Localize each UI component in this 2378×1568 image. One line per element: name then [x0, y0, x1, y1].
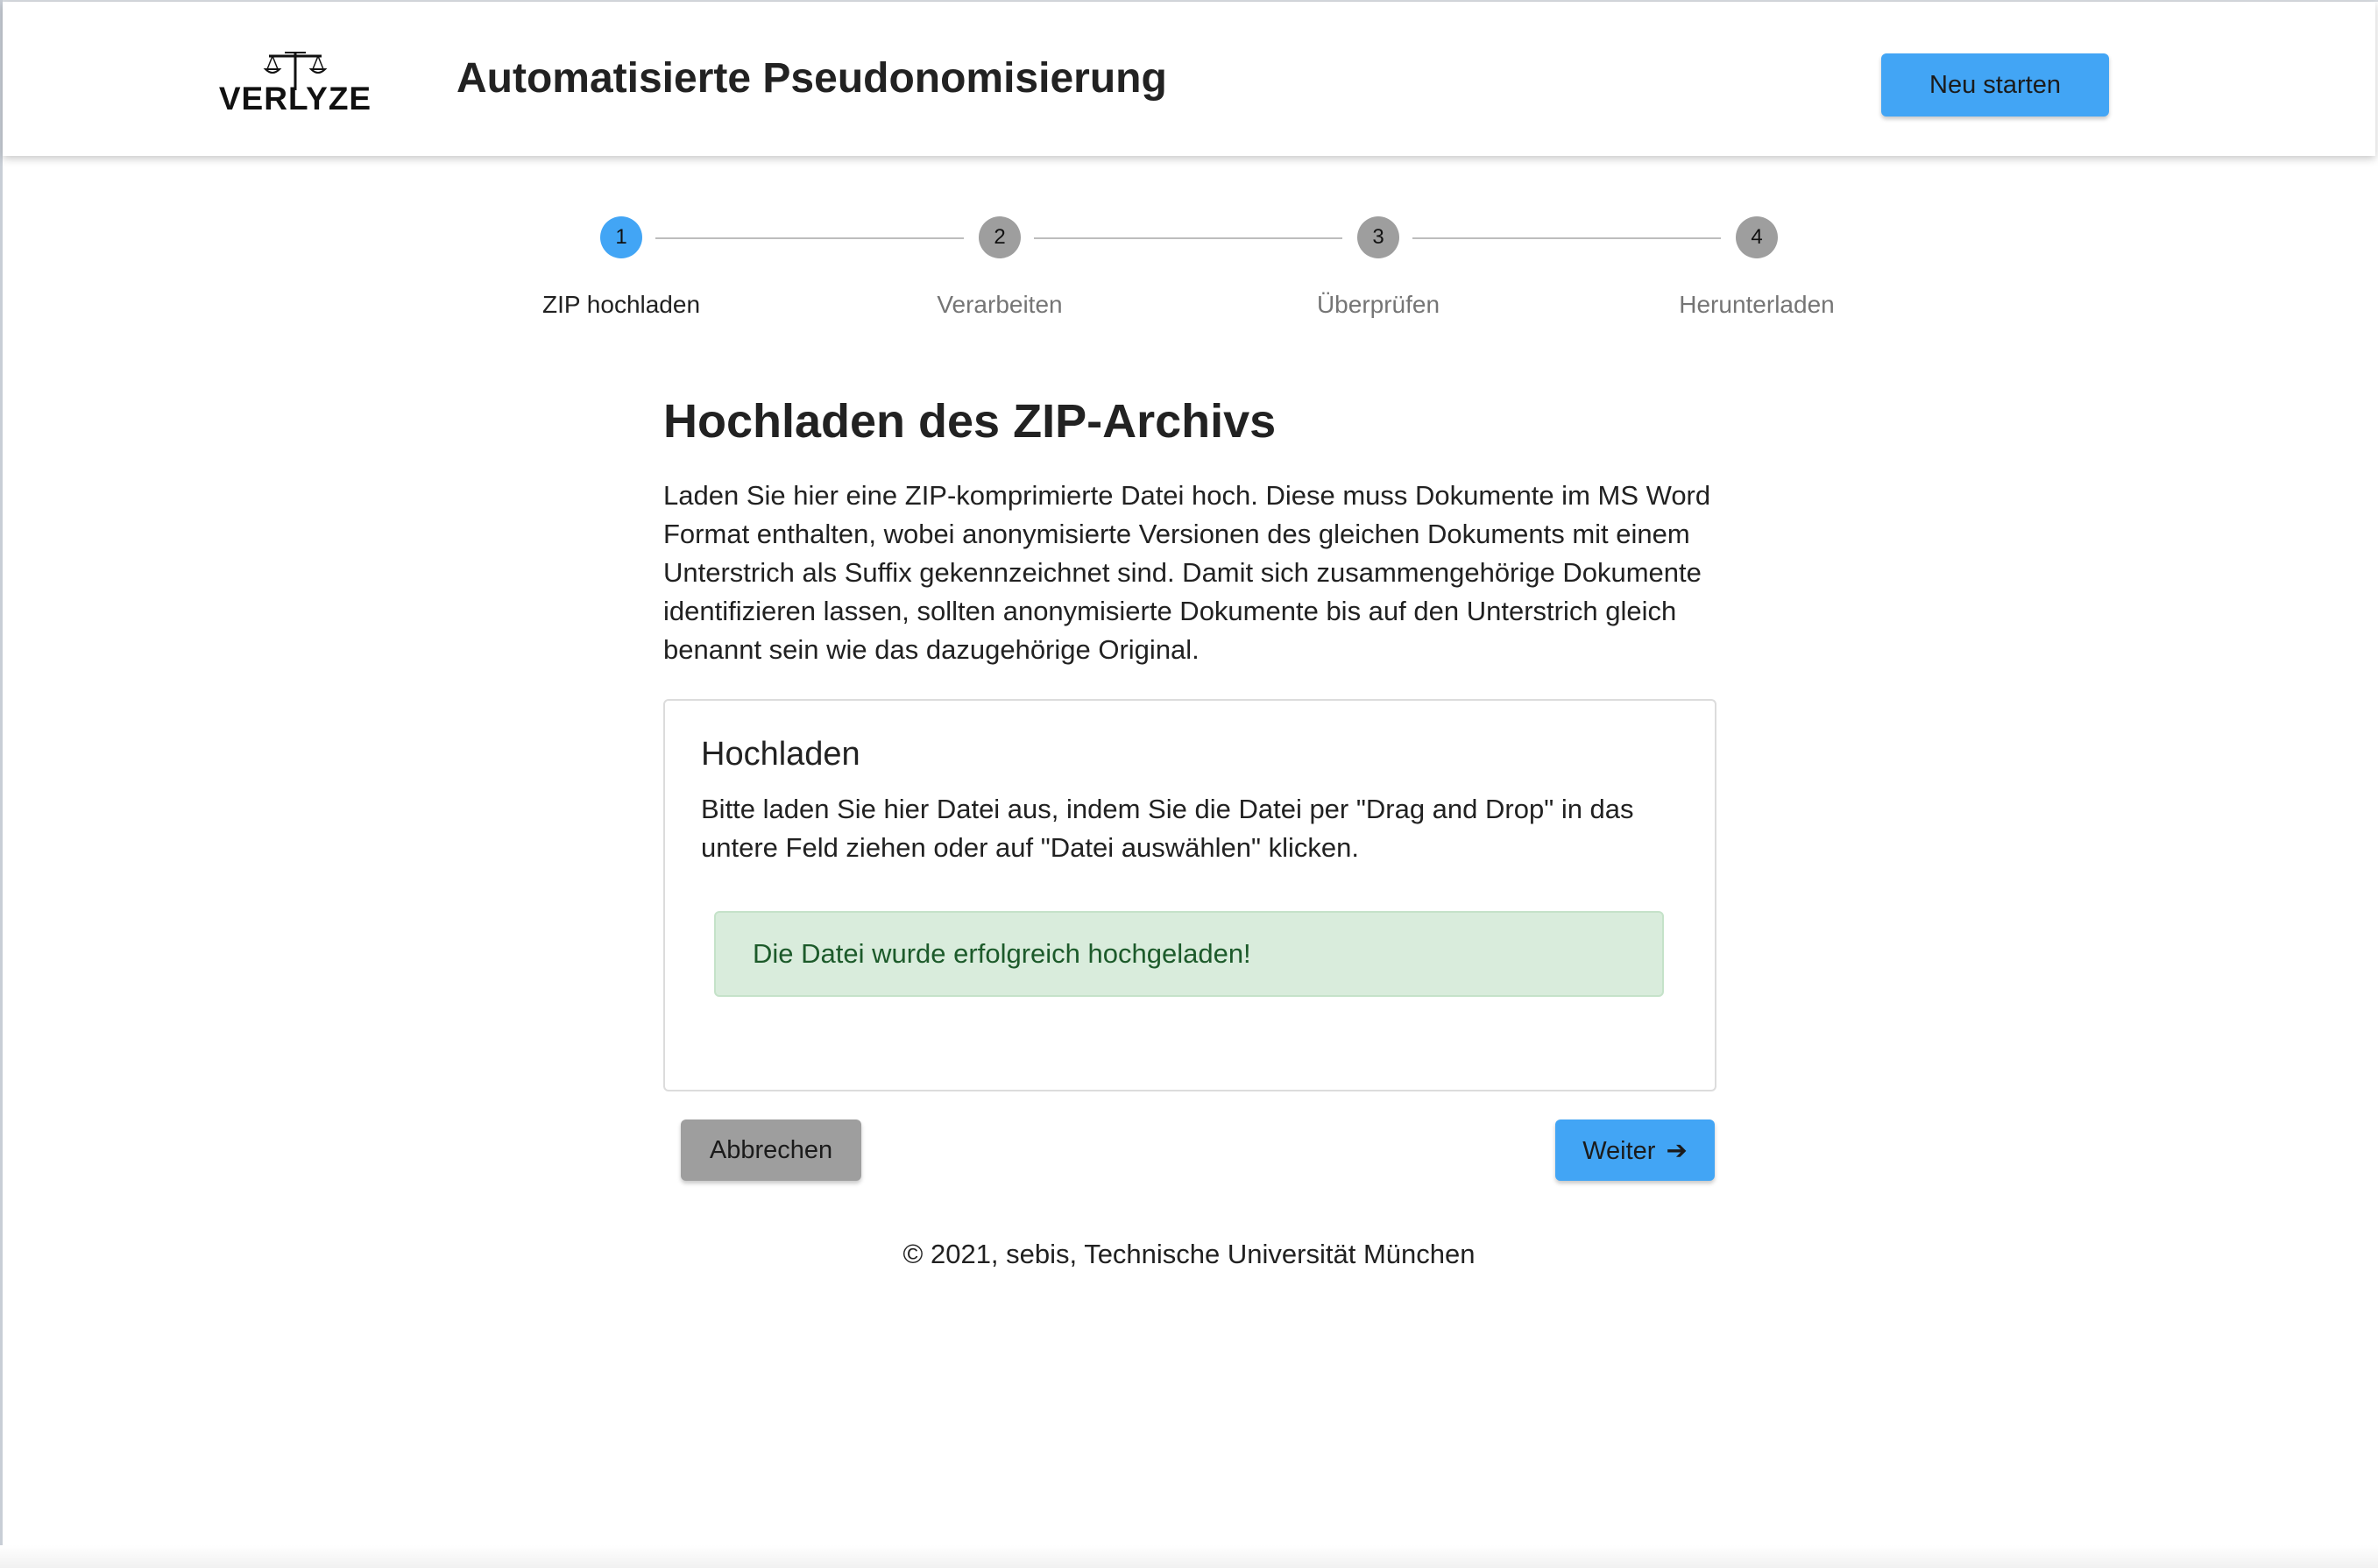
- page-heading: Hochladen des ZIP-Archivs: [663, 395, 1277, 448]
- step-4-label: Herunterladen: [1679, 291, 1835, 318]
- footer-copyright: © 2021, sebis, Technische Universität Mü…: [902, 1239, 1476, 1269]
- upload-card: Hochladen Bitte laden Sie hier Datei aus…: [663, 699, 1716, 1091]
- step-connector: [1412, 237, 1721, 239]
- svg-text:VERLYZE: VERLYZE: [219, 81, 372, 113]
- step-1-indicator: 1: [600, 216, 642, 258]
- step-3-indicator: 3: [1357, 216, 1399, 258]
- step-connector: [1034, 237, 1342, 239]
- app-title: Automatisierte Pseudonomisierung: [456, 55, 1167, 102]
- step-1-label: ZIP hochladen: [541, 291, 701, 318]
- step-2-label: Verarbeiten: [937, 291, 1063, 318]
- intro-text: Laden Sie hier eine ZIP-komprimierte Dat…: [663, 480, 1711, 665]
- app-header: VERLYZE Automatisierte Pseudonomisierung…: [3, 2, 2375, 156]
- step-4-indicator: 4: [1736, 216, 1778, 258]
- verlyze-logo: VERLYZE: [215, 50, 376, 113]
- step-3-label: Überprüfen: [1316, 291, 1440, 318]
- bottom-fade: [0, 1545, 2378, 1568]
- next-button[interactable]: Weiter ➔: [1555, 1119, 1715, 1181]
- arrow-right-icon: ➔: [1659, 1136, 1688, 1165]
- upload-success-alert: Die Datei wurde erfolgreich hochgeladen!: [714, 911, 1664, 997]
- next-button-label: Weiter: [1582, 1136, 1656, 1165]
- step-2-indicator: 2: [979, 216, 1021, 258]
- scales-of-justice-icon: VERLYZE: [219, 52, 372, 113]
- restart-button[interactable]: Neu starten: [1881, 53, 2109, 117]
- upload-card-title: Hochladen: [701, 736, 860, 773]
- cancel-button[interactable]: Abbrechen: [681, 1119, 861, 1181]
- step-connector: [655, 237, 964, 239]
- upload-instructions: Bitte laden Sie hier Datei aus, indem Si…: [701, 794, 1634, 863]
